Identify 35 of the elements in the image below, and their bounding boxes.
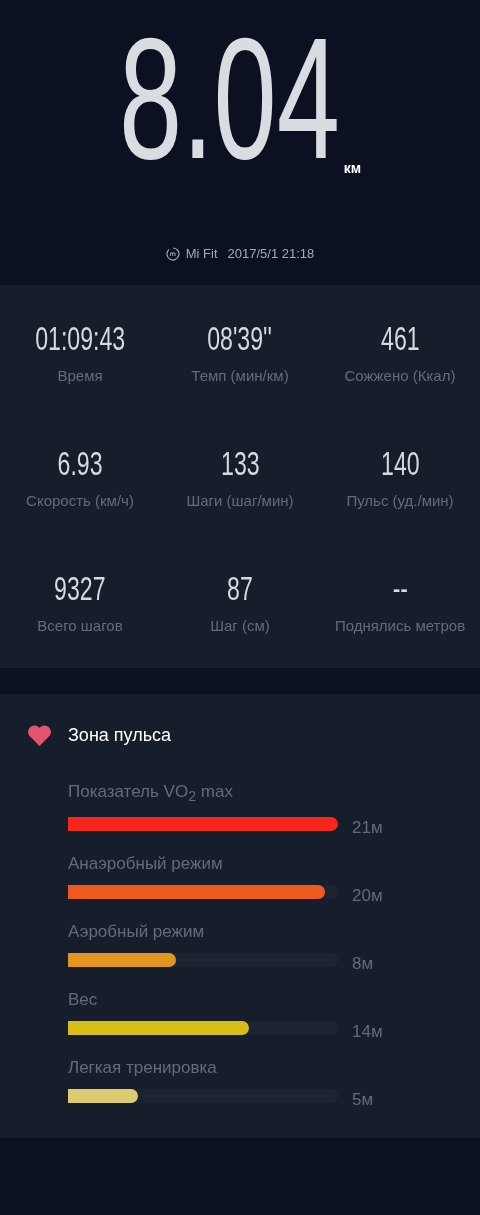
section-title: Зона пульса [68, 724, 172, 746]
stat-label: Темп (мин/км) [191, 367, 289, 384]
stat-value: 01:09:43 [35, 321, 125, 355]
stat-value: 133 [220, 446, 260, 480]
zone-duration: 8м [352, 954, 374, 975]
workout-datetime: 2017/5/1 21:18 [227, 246, 315, 261]
zone-name: Вес [68, 990, 99, 1011]
stat-label: Время [57, 367, 103, 384]
zone-duration: 20м [352, 886, 383, 907]
zone-duration: 14м [352, 1022, 383, 1043]
stat-label: Всего шагов [37, 617, 123, 634]
zone-duration: 21м [352, 818, 383, 839]
stat-value: -- [392, 571, 408, 605]
stat-label: Шаг (см) [210, 617, 270, 634]
zone-name: Аэробный режим [68, 922, 206, 943]
zone-name: Легкая тренировка [68, 1058, 218, 1079]
source-app: Mi Fit [185, 246, 218, 261]
distance-unit: км [343, 160, 362, 176]
stat-value: 87 [227, 571, 253, 605]
stat-value: 9327 [54, 571, 106, 605]
zone-name: Анаэробный режим [68, 854, 224, 875]
app-logo-icon [165, 246, 180, 261]
heart-icon [27, 724, 52, 746]
stat-value: 140 [380, 446, 420, 480]
stat-value: 6.93 [57, 446, 103, 480]
stat-value: 08'39'' [207, 321, 273, 355]
zone-name: Показатель VO$_{2}$ max [68, 782, 234, 807]
stat-label: Пульс (уд./мин) [346, 492, 454, 509]
zone-duration: 5м [352, 1090, 374, 1111]
stat-label: Поднялись метров [334, 617, 466, 634]
stat-value: 461 [380, 321, 420, 355]
distance-value: 8.04 [118, 12, 340, 184]
stat-label: Скорость (км/ч) [26, 492, 134, 509]
stat-label: Сожжено (Ккал) [344, 367, 456, 384]
stat-label: Шаги (шаг/мин) [186, 492, 294, 509]
